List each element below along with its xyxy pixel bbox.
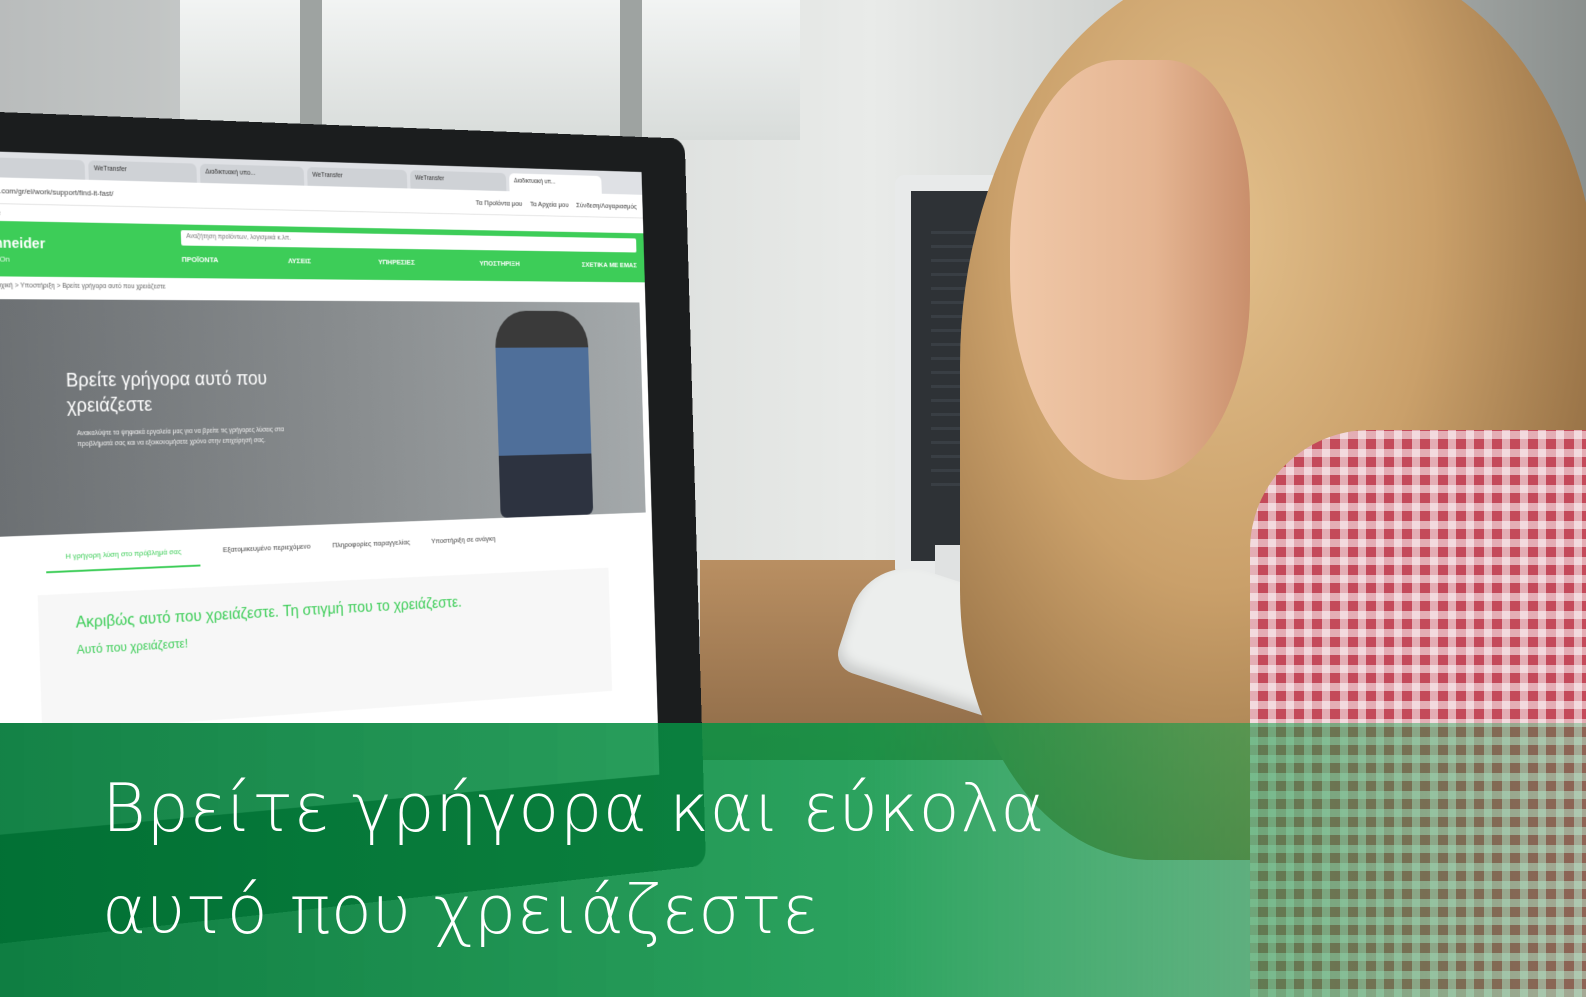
woman-face [1010,60,1250,480]
photo-scene: WeTransfer Διαδικτυακή υπο... WeTransfer… [0,0,1586,997]
window-frame [620,0,642,150]
hero-description: Ανακαλύψτε τα ψηφιακά εργαλεία μας για ν… [76,426,285,448]
hero-title: Βρείτε γρήγορα αυτό που χρειάζεστε [65,368,268,417]
browser-tab[interactable]: Διαδικτυακή υπο... [199,163,305,186]
hero-banner: Βρείτε γρήγορα αυτό που χρειάζεστε Ανακα… [0,299,646,538]
content-panel: Ακριβώς αυτό που χρειάζεστε. Τη στιγμή π… [37,567,613,733]
content-tab[interactable]: Υποστήριξη σε ανάγκη [431,534,496,556]
brand-logo[interactable]: Schneider [0,234,45,252]
nav-item[interactable]: ΛΥΣΕΙΣ [288,257,311,266]
browser-tab[interactable] [0,156,86,180]
url-field[interactable]: se.com/gr/el/work/support/find-it-fast/ [0,186,469,206]
bookmark-link[interactable]: Τα Προϊόντα μου [476,198,523,207]
content-tab[interactable]: Πληροφορίες παραγγελίας [332,538,410,561]
content-tab-active[interactable]: Η γρήγορη λύση στο πρόβλημά σας [45,546,201,574]
site-nav: ΠΡΟΪΟΝΤΑ ΛΥΣΕΙΣ ΥΠΗΡΕΣΙΕΣ ΥΠΟΣΤΗΡΙΞΗ ΣΧΕ… [182,255,637,269]
nav-item[interactable]: ΣΧΕΤΙΚΑ ΜΕ ΕΜΑΣ [582,261,637,270]
window-background [180,0,800,140]
bookmark-link[interactable]: Σύνδεση/Λογαριασμός [576,201,637,210]
banner-title-line: Βρείτε γρήγορα και εύκολα [102,769,1045,847]
nav-item[interactable]: ΠΡΟΪΟΝΤΑ [182,255,219,264]
browser-tab-active[interactable]: Διαδικτυακή υπ... [508,173,602,194]
content-tab[interactable]: Εξατομικευμένο περιεχόμενο [223,542,311,566]
hero-person-image [494,310,594,518]
browser-tab[interactable]: WeTransfer [409,170,507,192]
browser-tab[interactable]: WeTransfer [88,160,197,183]
browser-tab[interactable]: WeTransfer [307,167,408,189]
nav-item[interactable]: ΥΠΗΡΕΣΙΕΣ [378,258,415,267]
brand-tagline: Life Is On [0,254,10,264]
banner-title: Βρείτε γρήγορα και εύκολα αυτό που χρειά… [102,757,1302,961]
nav-item[interactable]: ΥΠΟΣΤΗΡΙΞΗ [479,259,520,268]
site-search-input[interactable]: Αναζήτηση προϊόντων, λογισμικά κ.λπ. [180,230,637,253]
bookmark-link[interactable]: Τα Αρχεία μου [530,199,569,208]
bookmark-links: Τα Προϊόντα μου Τα Αρχεία μου Σύνδεση/Λο… [476,198,637,210]
banner-title-line: αυτό που χρειάζεστε [102,871,819,949]
